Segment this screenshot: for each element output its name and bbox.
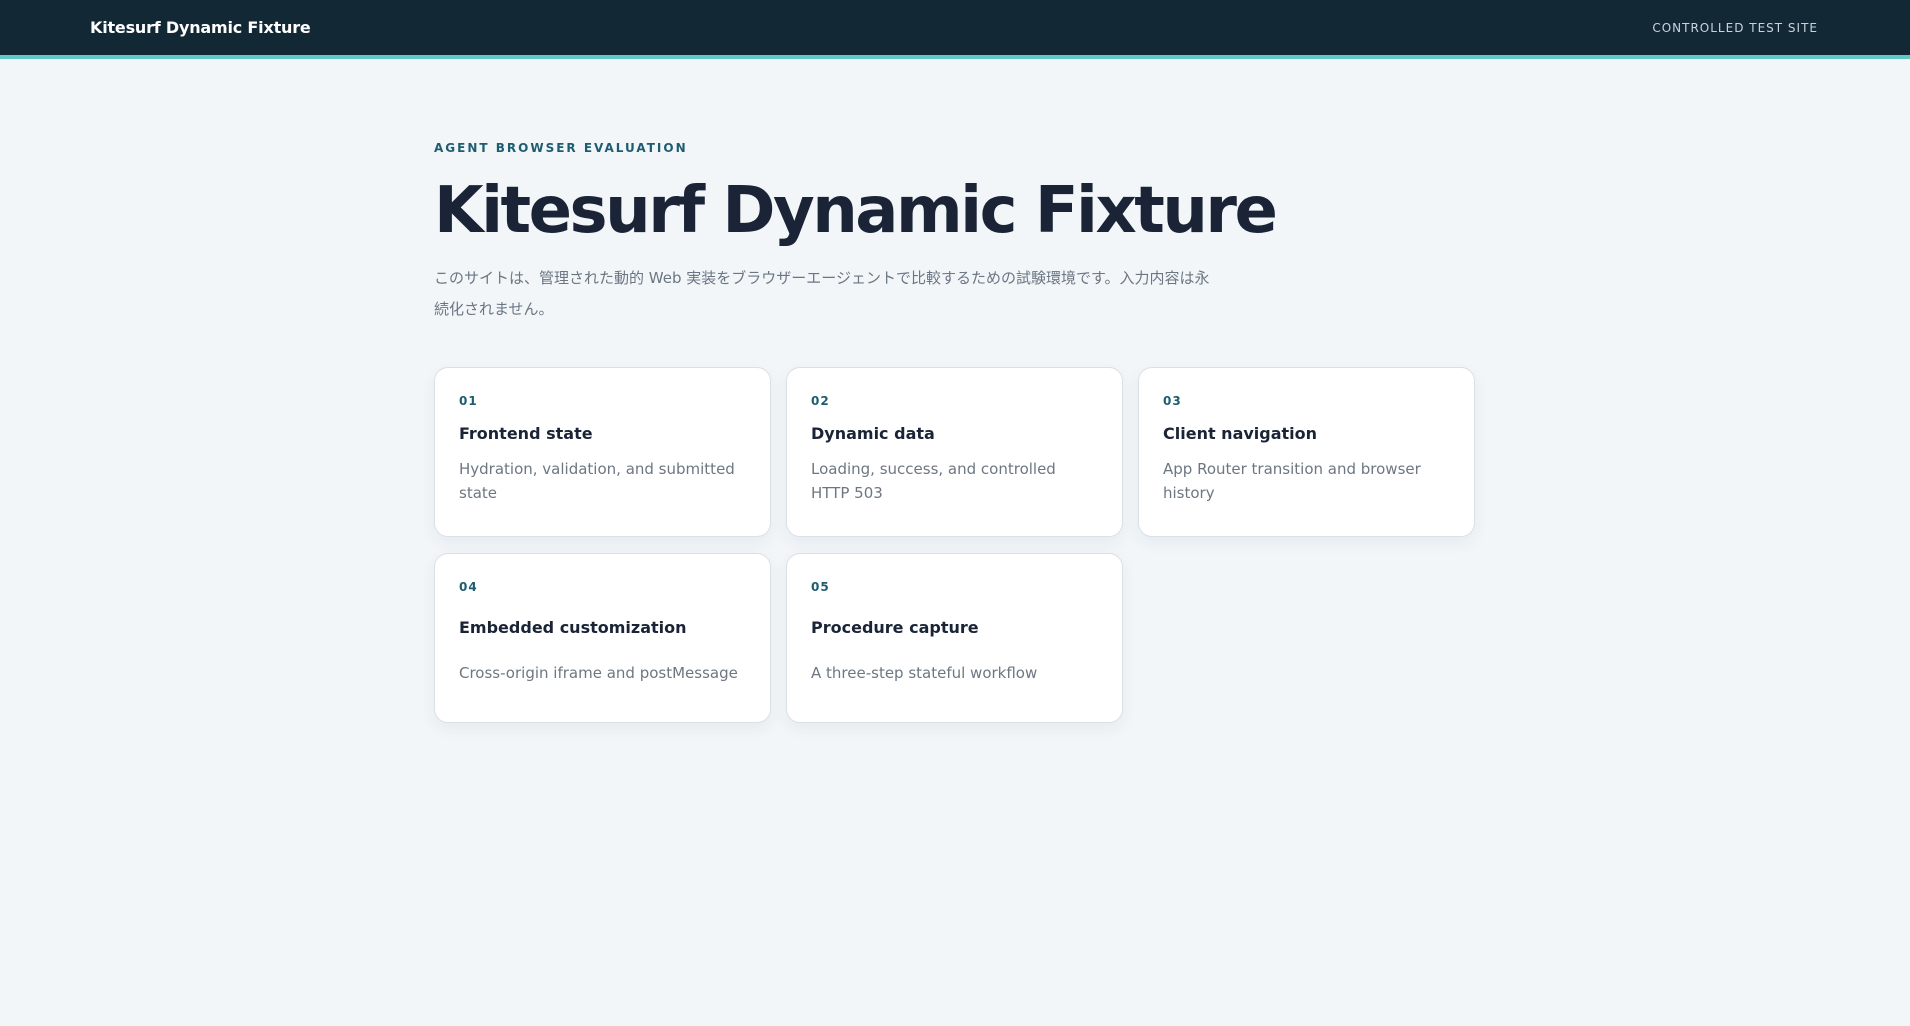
card-title: Embedded customization: [459, 618, 687, 637]
card-description: Loading, success, and controlled HTTP 50…: [811, 460, 1056, 502]
scenario-card-client-navigation[interactable]: 03 Client navigation App Router transiti…: [1138, 367, 1475, 537]
scenario-card-embedded-customization[interactable]: 04 Embedded customization Cross-origin i…: [434, 553, 771, 723]
card-description: App Router transition and browser histor…: [1163, 460, 1421, 502]
card-title: Client navigation: [1163, 424, 1318, 443]
card-title: Dynamic data: [811, 424, 935, 443]
scenario-card-frontend-state[interactable]: 01 Frontend state Hydration, validation,…: [434, 367, 771, 537]
card-description: Hydration, validation, and submitted sta…: [459, 460, 735, 502]
scenario-card-procedure-capture[interactable]: 05 Procedure capture A three-step statef…: [786, 553, 1123, 723]
card-number: 03: [1163, 394, 1182, 408]
site-brand[interactable]: Kitesurf Dynamic Fixture: [90, 18, 311, 37]
card-description: Cross-origin iframe and postMessage: [459, 664, 738, 682]
main-content: AGENT BROWSER EVALUATION Kitesurf Dynami…: [434, 59, 1475, 723]
card-number: 01: [459, 394, 478, 408]
card-number: 05: [811, 580, 830, 594]
eyebrow-label: AGENT BROWSER EVALUATION: [434, 141, 688, 155]
scenario-card-dynamic-data[interactable]: 02 Dynamic data Loading, success, and co…: [786, 367, 1123, 537]
card-title: Frontend state: [459, 424, 593, 443]
intro-text: このサイトは、管理された動的 Web 実装をブラウザーエージェントで比較するため…: [434, 269, 1210, 318]
card-number: 04: [459, 580, 478, 594]
page-title: Kitesurf Dynamic Fixture: [434, 174, 1278, 248]
card-number: 02: [811, 394, 830, 408]
controlled-site-tag: CONTROLLED TEST SITE: [1652, 20, 1818, 35]
top-navbar: Kitesurf Dynamic Fixture CONTROLLED TEST…: [0, 0, 1910, 59]
scenario-card-grid: 01 Frontend state Hydration, validation,…: [434, 367, 1475, 723]
card-description: A three-step stateful workflow: [811, 664, 1038, 682]
card-title: Procedure capture: [811, 618, 979, 637]
